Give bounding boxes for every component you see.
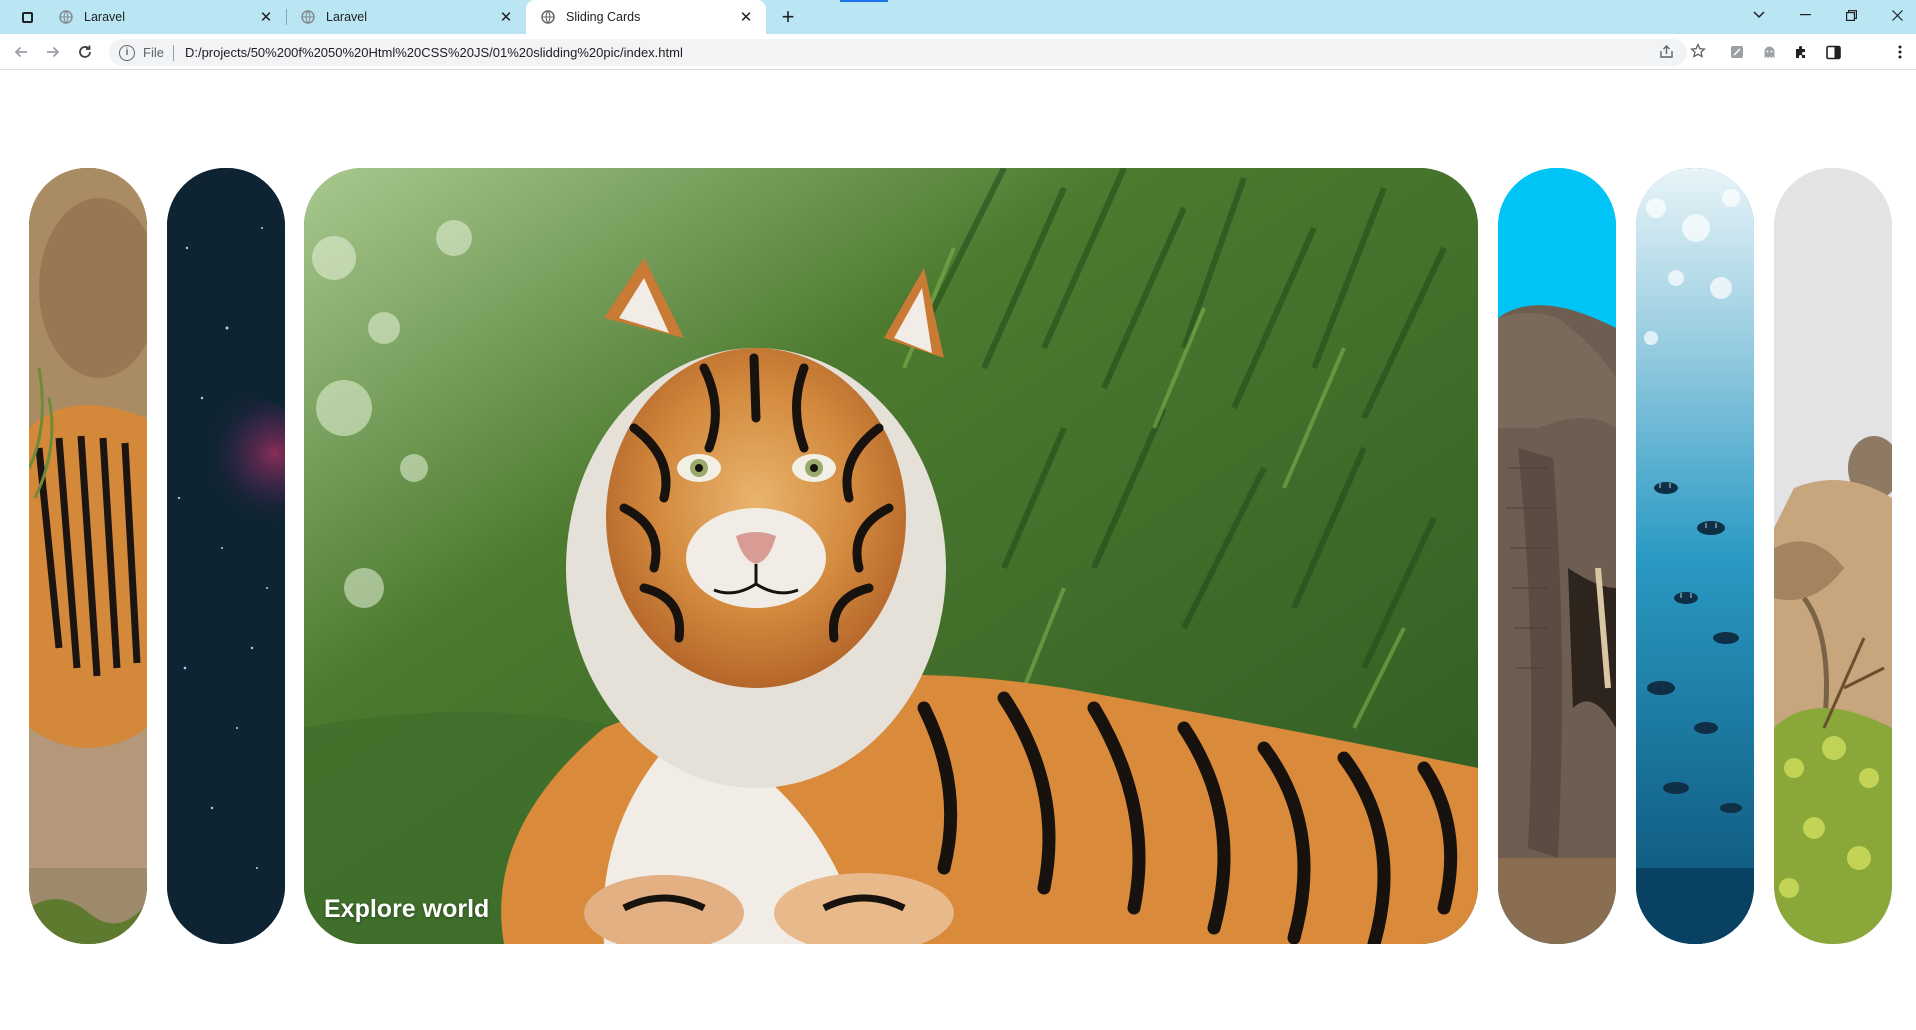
info-icon[interactable]: i (119, 44, 135, 61)
panel-tiger-left[interactable] (29, 168, 147, 944)
tab-search-icon[interactable] (1736, 0, 1782, 30)
tiger-main-image (304, 168, 1478, 944)
url-text[interactable]: D:/projects/50%200f%2050%20Html%20CSS%20… (185, 45, 683, 60)
ocean-fish-image (1636, 168, 1754, 944)
night-sky-image (167, 168, 285, 944)
extension-pdf-icon[interactable] (1726, 41, 1748, 63)
panel-tiger-active[interactable]: Explore world (304, 168, 1478, 944)
address-bar[interactable]: i File D:/projects/50%200f%2050%20Html%2… (109, 39, 1687, 66)
extensions-puzzle-icon[interactable] (1790, 41, 1812, 63)
window-menu-icon[interactable] (20, 10, 34, 24)
browser-toolbar: i File D:/projects/50%200f%2050%20Html%2… (0, 34, 1916, 97)
extension-ghost-icon[interactable] (1758, 41, 1780, 63)
bookmark-star-icon[interactable] (1686, 39, 1710, 63)
side-panel-icon[interactable] (1822, 41, 1844, 63)
vulture-image (1774, 168, 1892, 944)
globe-icon (540, 9, 556, 25)
close-tab-icon[interactable]: ✕ (496, 7, 516, 27)
tab-laravel-2[interactable]: Laravel ✕ (286, 0, 526, 34)
globe-icon (58, 9, 74, 25)
close-tab-icon[interactable]: ✕ (736, 7, 756, 27)
panel-night-sky[interactable] (167, 168, 285, 944)
panel-vulture[interactable] (1774, 168, 1892, 944)
divider (172, 44, 174, 61)
panel-ocean-fish[interactable] (1636, 168, 1754, 944)
page-viewport: Explore world (0, 71, 1916, 1030)
close-window-icon[interactable] (1874, 0, 1916, 30)
tab-laravel-1[interactable]: Laravel ✕ (44, 0, 286, 34)
close-tab-icon[interactable]: ✕ (256, 7, 276, 27)
restore-icon[interactable] (1828, 0, 1874, 30)
minimize-icon[interactable] (1782, 0, 1828, 30)
scheme-label: File (143, 45, 164, 60)
back-icon[interactable] (9, 40, 33, 64)
share-icon[interactable] (1654, 39, 1678, 63)
globe-icon (300, 9, 316, 25)
reload-icon[interactable] (73, 40, 97, 64)
tab-strip: Laravel ✕ Laravel ✕ Sliding Cards ✕ + (0, 0, 1916, 34)
forward-icon[interactable] (41, 40, 65, 64)
tiger-image (29, 168, 147, 944)
tab-title: Laravel (84, 10, 125, 24)
more-menu-icon[interactable] (1889, 41, 1911, 63)
panel-caption: Explore world (324, 895, 490, 923)
loading-indicator (840, 0, 888, 2)
tab-title: Sliding Cards (566, 10, 641, 24)
panel-elephant[interactable] (1498, 168, 1616, 944)
new-tab-button[interactable]: + (776, 4, 800, 29)
tab-title: Laravel (326, 10, 367, 24)
elephant-image (1498, 168, 1616, 944)
tab-sliding-cards[interactable]: Sliding Cards ✕ (526, 0, 766, 34)
